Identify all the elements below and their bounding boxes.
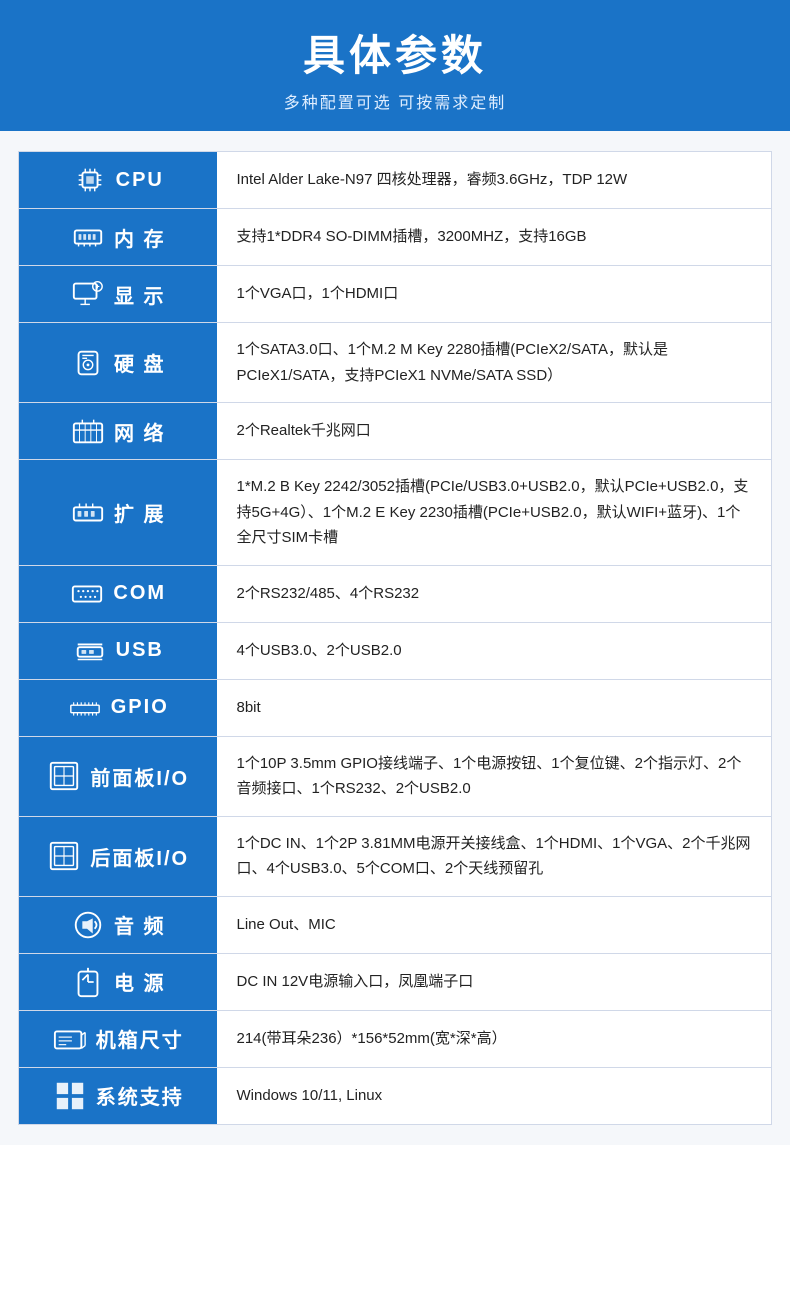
table-row: 内 存 支持1*DDR4 SO-DIMM插槽，3200MHZ，支持16GB xyxy=(19,209,772,266)
table-row: 系统支持 Windows 10/11, Linux xyxy=(19,1067,772,1124)
table-row: 音 频 Line Out、MIC xyxy=(19,896,772,953)
spec-label: 扩 展 xyxy=(114,498,166,527)
spec-label: 内 存 xyxy=(114,223,166,252)
chassis-icon xyxy=(52,1021,88,1057)
table-row: CPU Intel Alder Lake-N97 四核处理器，睿频3.6GHz，… xyxy=(19,152,772,209)
spec-value: 214(带耳朵236）*156*52mm(宽*深*高） xyxy=(217,1010,772,1067)
spec-table: CPU Intel Alder Lake-N97 四核处理器，睿频3.6GHz，… xyxy=(18,151,772,1125)
com-icon xyxy=(69,576,105,612)
spec-value: 4个USB3.0、2个USB2.0 xyxy=(217,622,772,679)
spec-value: Windows 10/11, Linux xyxy=(217,1067,772,1124)
cpu-icon xyxy=(72,162,108,198)
spec-label: COM xyxy=(113,582,166,605)
spec-value: 支持1*DDR4 SO-DIMM插槽，3200MHZ，支持16GB xyxy=(217,209,772,266)
expansion-icon xyxy=(70,494,106,530)
spec-label: 硬 盘 xyxy=(114,348,166,377)
spec-value: 2个Realtek千兆网口 xyxy=(217,403,772,460)
audio-icon xyxy=(70,907,106,943)
spec-label: 电 源 xyxy=(114,967,166,996)
table-row: 前面板I/O 1个10P 3.5mm GPIO接线端子、1个电源按钮、1个复位键… xyxy=(19,736,772,816)
table-row: 后面板I/O 1个DC IN、1个2P 3.81MM电源开关接线盒、1个HDMI… xyxy=(19,816,772,896)
spec-value: 1个10P 3.5mm GPIO接线端子、1个电源按钮、1个复位键、2个指示灯、… xyxy=(217,736,772,816)
spec-label: 机箱尺寸 xyxy=(96,1024,184,1053)
spec-label: 音 频 xyxy=(114,910,166,939)
spec-value: 1个DC IN、1个2P 3.81MM电源开关接线盒、1个HDMI、1个VGA、… xyxy=(217,816,772,896)
gpio-icon xyxy=(67,690,103,726)
storage-icon xyxy=(70,345,106,381)
spec-label: 前面板I/O xyxy=(90,762,189,791)
usb-icon xyxy=(72,633,108,669)
spec-label: 显 示 xyxy=(114,280,166,309)
spec-value: 8bit xyxy=(217,679,772,736)
table-row: COM 2个RS232/485、4个RS232 xyxy=(19,565,772,622)
table-row: 机箱尺寸 214(带耳朵236）*156*52mm(宽*深*高） xyxy=(19,1010,772,1067)
table-row: 扩 展 1*M.2 B Key 2242/3052插槽(PCIe/USB3.0+… xyxy=(19,460,772,566)
spec-label: GPIO xyxy=(111,696,169,719)
rear-io-icon xyxy=(46,838,82,874)
page-subtitle: 多种配置可选 可按需求定制 xyxy=(10,89,780,113)
table-row: 网 络 2个Realtek千兆网口 xyxy=(19,403,772,460)
spec-label: 系统支持 xyxy=(96,1081,184,1110)
spec-label: 网 络 xyxy=(114,417,166,446)
spec-label: USB xyxy=(116,639,164,662)
page-title: 具体参数 xyxy=(10,22,780,83)
spec-value: Line Out、MIC xyxy=(217,896,772,953)
page-header: 具体参数 多种配置可选 可按需求定制 xyxy=(0,0,790,131)
table-row: 硬 盘 1个SATA3.0口、1个M.2 M Key 2280插槽(PCIeX2… xyxy=(19,323,772,403)
table-row: GPIO 8bit xyxy=(19,679,772,736)
power-icon xyxy=(70,964,106,1000)
table-row: USB 4个USB3.0、2个USB2.0 xyxy=(19,622,772,679)
spec-value: DC IN 12V电源输入口，凤凰端子口 xyxy=(217,953,772,1010)
spec-label: 后面板I/O xyxy=(90,842,189,871)
memory-icon xyxy=(70,219,106,255)
spec-value: Intel Alder Lake-N97 四核处理器，睿频3.6GHz，TDP … xyxy=(217,152,772,209)
spec-value: 1个VGA口，1个HDMI口 xyxy=(217,266,772,323)
os-icon xyxy=(52,1078,88,1114)
network-icon xyxy=(70,413,106,449)
spec-label: CPU xyxy=(116,169,164,192)
spec-value: 2个RS232/485、4个RS232 xyxy=(217,565,772,622)
spec-value: 1*M.2 B Key 2242/3052插槽(PCIe/USB3.0+USB2… xyxy=(217,460,772,566)
table-row: 显 示 1个VGA口，1个HDMI口 xyxy=(19,266,772,323)
front-io-icon xyxy=(46,758,82,794)
table-row: 电 源 DC IN 12V电源输入口，凤凰端子口 xyxy=(19,953,772,1010)
spec-value: 1个SATA3.0口、1个M.2 M Key 2280插槽(PCIeX2/SAT… xyxy=(217,323,772,403)
spec-table-wrapper: CPU Intel Alder Lake-N97 四核处理器，睿频3.6GHz，… xyxy=(0,131,790,1145)
display-icon xyxy=(70,276,106,312)
